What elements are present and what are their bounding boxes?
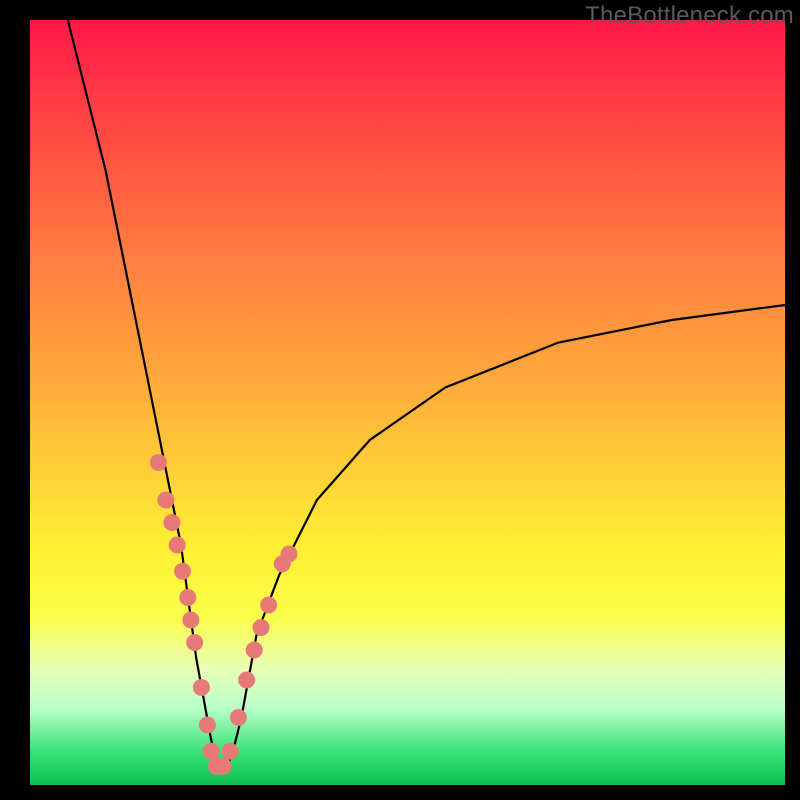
sample-dot (157, 492, 174, 509)
sample-dot (150, 454, 167, 471)
sample-dot (246, 642, 263, 659)
watermark-text: TheBottleneck.com (585, 2, 794, 30)
bottleneck-curve (68, 20, 785, 770)
sample-dot (215, 758, 232, 775)
chart-svg (30, 20, 785, 785)
sample-dot (193, 679, 210, 696)
sample-dot (238, 672, 255, 689)
plot-area (30, 20, 785, 785)
sample-dot (222, 743, 239, 760)
sample-dot (163, 514, 180, 531)
sample-dot (203, 743, 220, 760)
sample-dot (179, 589, 196, 606)
sample-dot (253, 619, 270, 636)
sample-dot (174, 563, 191, 580)
sample-dot (230, 709, 247, 726)
sample-dot (182, 612, 199, 629)
chart-frame: TheBottleneck.com (0, 0, 800, 800)
sample-dots-group (150, 454, 298, 775)
sample-dot (281, 546, 298, 563)
sample-dot (199, 717, 216, 734)
sample-dot (169, 537, 186, 554)
sample-dot (186, 634, 203, 651)
sample-dot (260, 597, 277, 614)
